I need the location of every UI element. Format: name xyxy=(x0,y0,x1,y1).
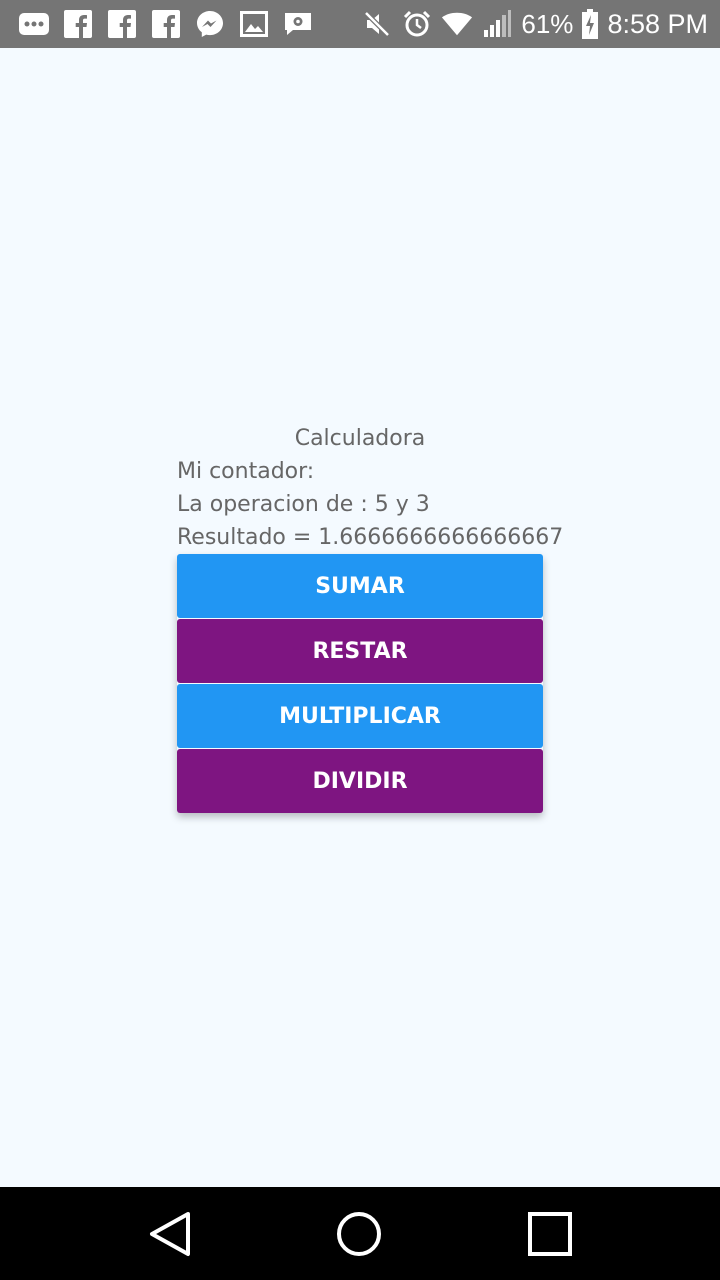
recents-icon[interactable] xyxy=(525,1209,575,1259)
battery-percent: 61% xyxy=(521,9,574,39)
signal-icon xyxy=(481,8,513,40)
messenger-icon xyxy=(194,8,226,40)
multiplicar-button[interactable]: MULTIPLICAR xyxy=(177,684,543,748)
page-title: Calculadora xyxy=(294,426,426,451)
more-icon xyxy=(18,8,50,40)
operation-buttons: SUMAR RESTAR MULTIPLICAR DIVIDIR xyxy=(177,554,543,813)
home-icon[interactable] xyxy=(334,1209,384,1259)
result-text: Resultado = 1.6666666666666667 xyxy=(177,525,564,550)
screen: 61% 8:58 PM Calculadora Mi contador: La … xyxy=(0,0,720,1280)
back-icon[interactable] xyxy=(145,1209,195,1259)
image-icon xyxy=(238,8,270,40)
system-status: 61% 8:58 PM xyxy=(361,6,708,42)
wifi-icon xyxy=(441,8,473,40)
notification-icons xyxy=(18,8,314,40)
dividir-button[interactable]: DIVIDIR xyxy=(177,749,543,813)
navigation-bar xyxy=(0,1187,720,1280)
facebook-icon xyxy=(62,8,94,40)
operation-text: La operacion de : 5 y 3 xyxy=(177,492,430,517)
alarm-icon xyxy=(401,8,433,40)
restar-button[interactable]: RESTAR xyxy=(177,619,543,683)
calculator-panel: Calculadora Mi contador: La operacion de… xyxy=(177,422,564,813)
mute-icon xyxy=(361,8,393,40)
counter-label: Mi contador: xyxy=(177,459,315,484)
facebook-icon xyxy=(150,8,182,40)
sumar-button[interactable]: SUMAR xyxy=(177,554,543,618)
settings-message-icon xyxy=(282,8,314,40)
facebook-icon xyxy=(106,8,138,40)
clock: 8:58 PM xyxy=(607,9,708,39)
battery-charging-icon xyxy=(581,8,599,40)
status-bar: 61% 8:58 PM xyxy=(0,0,720,48)
